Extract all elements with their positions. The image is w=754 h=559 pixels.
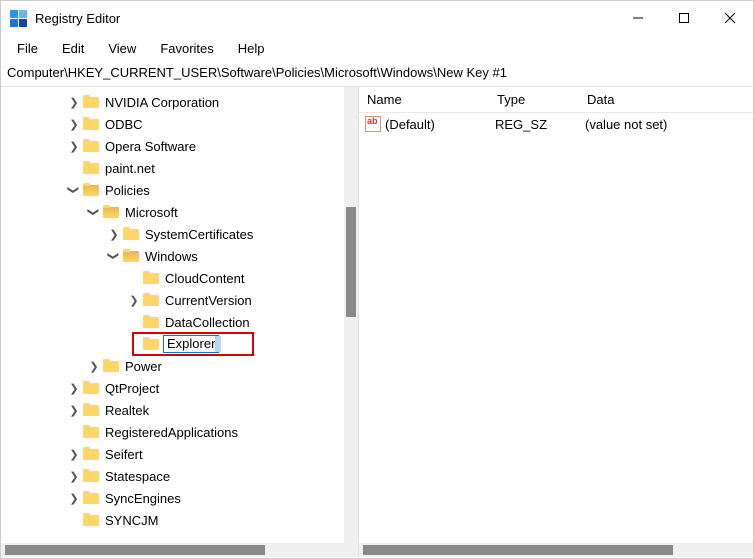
tree-item-paintnet[interactable]: ❯ paint.net <box>1 157 358 179</box>
chevron-right-icon[interactable]: ❯ <box>127 293 141 307</box>
folder-icon <box>83 403 99 417</box>
folder-icon <box>143 271 159 285</box>
tree-horizontal-scrollbar[interactable] <box>1 543 358 557</box>
menubar: File Edit View Favorites Help <box>1 35 753 61</box>
tree-item-power[interactable]: ❯ Power <box>1 355 358 377</box>
folder-icon <box>83 425 99 439</box>
folder-icon <box>83 513 99 527</box>
minimize-button[interactable] <box>615 1 661 35</box>
tree-item-seifert[interactable]: ❯ Seifert <box>1 443 358 465</box>
folder-open-icon <box>123 249 139 263</box>
maximize-button[interactable] <box>661 1 707 35</box>
tree-item-cloudcontent[interactable]: ❯ CloudContent <box>1 267 358 289</box>
tree-item-explorer[interactable]: ❯ Explorer <box>1 333 358 355</box>
close-button[interactable] <box>707 1 753 35</box>
tree-item-currentversion[interactable]: ❯ CurrentVersion <box>1 289 358 311</box>
folder-icon <box>83 117 99 131</box>
column-name[interactable]: Name <box>359 92 489 107</box>
list-header: Name Type Data <box>359 87 753 113</box>
chevron-right-icon[interactable]: ❯ <box>67 447 81 461</box>
folder-icon <box>83 95 99 109</box>
tree-item-policies[interactable]: ❯ Policies <box>1 179 358 201</box>
chevron-down-icon[interactable]: ❯ <box>87 205 101 219</box>
column-data[interactable]: Data <box>579 92 753 107</box>
folder-icon <box>143 293 159 307</box>
value-name: (Default) <box>385 117 495 132</box>
chevron-right-icon[interactable]: ❯ <box>67 381 81 395</box>
window-controls <box>615 1 753 35</box>
menu-view[interactable]: View <box>98 39 146 58</box>
tree-item-windows[interactable]: ❯ Windows <box>1 245 358 267</box>
tree-vertical-scrollbar[interactable] <box>344 87 358 543</box>
folder-icon <box>83 447 99 461</box>
tree-item-systemcerts[interactable]: ❯ SystemCertificates <box>1 223 358 245</box>
address-bar[interactable]: Computer\HKEY_CURRENT_USER\Software\Poli… <box>1 61 753 87</box>
tree-item-qtproject[interactable]: ❯ QtProject <box>1 377 358 399</box>
chevron-right-icon[interactable]: ❯ <box>67 117 81 131</box>
folder-icon <box>143 315 159 329</box>
titlebar: Registry Editor <box>1 1 753 35</box>
chevron-right-icon[interactable]: ❯ <box>67 403 81 417</box>
tree-pane: ❯ NVIDIA Corporation ❯ ODBC ❯ Opera Soft… <box>1 87 359 557</box>
folder-icon <box>103 359 119 373</box>
chevron-right-icon[interactable]: ❯ <box>107 227 121 241</box>
folder-icon <box>83 469 99 483</box>
string-value-icon <box>365 116 381 132</box>
chevron-down-icon[interactable]: ❯ <box>67 183 81 197</box>
list-horizontal-scrollbar[interactable] <box>359 543 753 557</box>
tree-item-microsoft[interactable]: ❯ Microsoft <box>1 201 358 223</box>
list-row[interactable]: (Default) REG_SZ (value not set) <box>359 113 753 135</box>
folder-icon <box>123 227 139 241</box>
folder-open-icon <box>83 183 99 197</box>
column-type[interactable]: Type <box>489 92 579 107</box>
chevron-down-icon[interactable]: ❯ <box>107 249 121 263</box>
folder-open-icon <box>103 205 119 219</box>
list-pane: Name Type Data (Default) REG_SZ (value n… <box>359 87 753 557</box>
folder-icon <box>143 337 159 351</box>
chevron-right-icon[interactable]: ❯ <box>67 491 81 505</box>
tree-item-syncengines[interactable]: ❯ SyncEngines <box>1 487 358 509</box>
content-area: ❯ NVIDIA Corporation ❯ ODBC ❯ Opera Soft… <box>1 87 753 557</box>
tree-item-odbc[interactable]: ❯ ODBC <box>1 113 358 135</box>
menu-favorites[interactable]: Favorites <box>150 39 223 58</box>
chevron-right-icon[interactable]: ❯ <box>67 469 81 483</box>
value-type: REG_SZ <box>495 117 585 132</box>
tree-item-realtek[interactable]: ❯ Realtek <box>1 399 358 421</box>
folder-icon <box>83 161 99 175</box>
tree-item-datacollection[interactable]: ❯ DataCollection <box>1 311 358 333</box>
app-icon <box>9 9 27 27</box>
chevron-right-icon[interactable]: ❯ <box>87 359 101 373</box>
menu-edit[interactable]: Edit <box>52 39 94 58</box>
folder-icon <box>83 381 99 395</box>
tree-item-syncjm[interactable]: ❯ SYNCJM <box>1 509 358 531</box>
value-data: (value not set) <box>585 117 753 132</box>
tree-item-opera[interactable]: ❯ Opera Software <box>1 135 358 157</box>
window-title: Registry Editor <box>35 11 615 26</box>
menu-help[interactable]: Help <box>228 39 275 58</box>
tree-item-regapps[interactable]: ❯ RegisteredApplications <box>1 421 358 443</box>
chevron-right-icon[interactable]: ❯ <box>67 139 81 153</box>
tree-item-statespace[interactable]: ❯ Statespace <box>1 465 358 487</box>
folder-icon <box>83 491 99 505</box>
chevron-right-icon[interactable]: ❯ <box>67 95 81 109</box>
folder-icon <box>83 139 99 153</box>
tree-item-nvidia[interactable]: ❯ NVIDIA Corporation <box>1 91 358 113</box>
menu-file[interactable]: File <box>7 39 48 58</box>
rename-input[interactable]: Explorer <box>163 335 219 353</box>
